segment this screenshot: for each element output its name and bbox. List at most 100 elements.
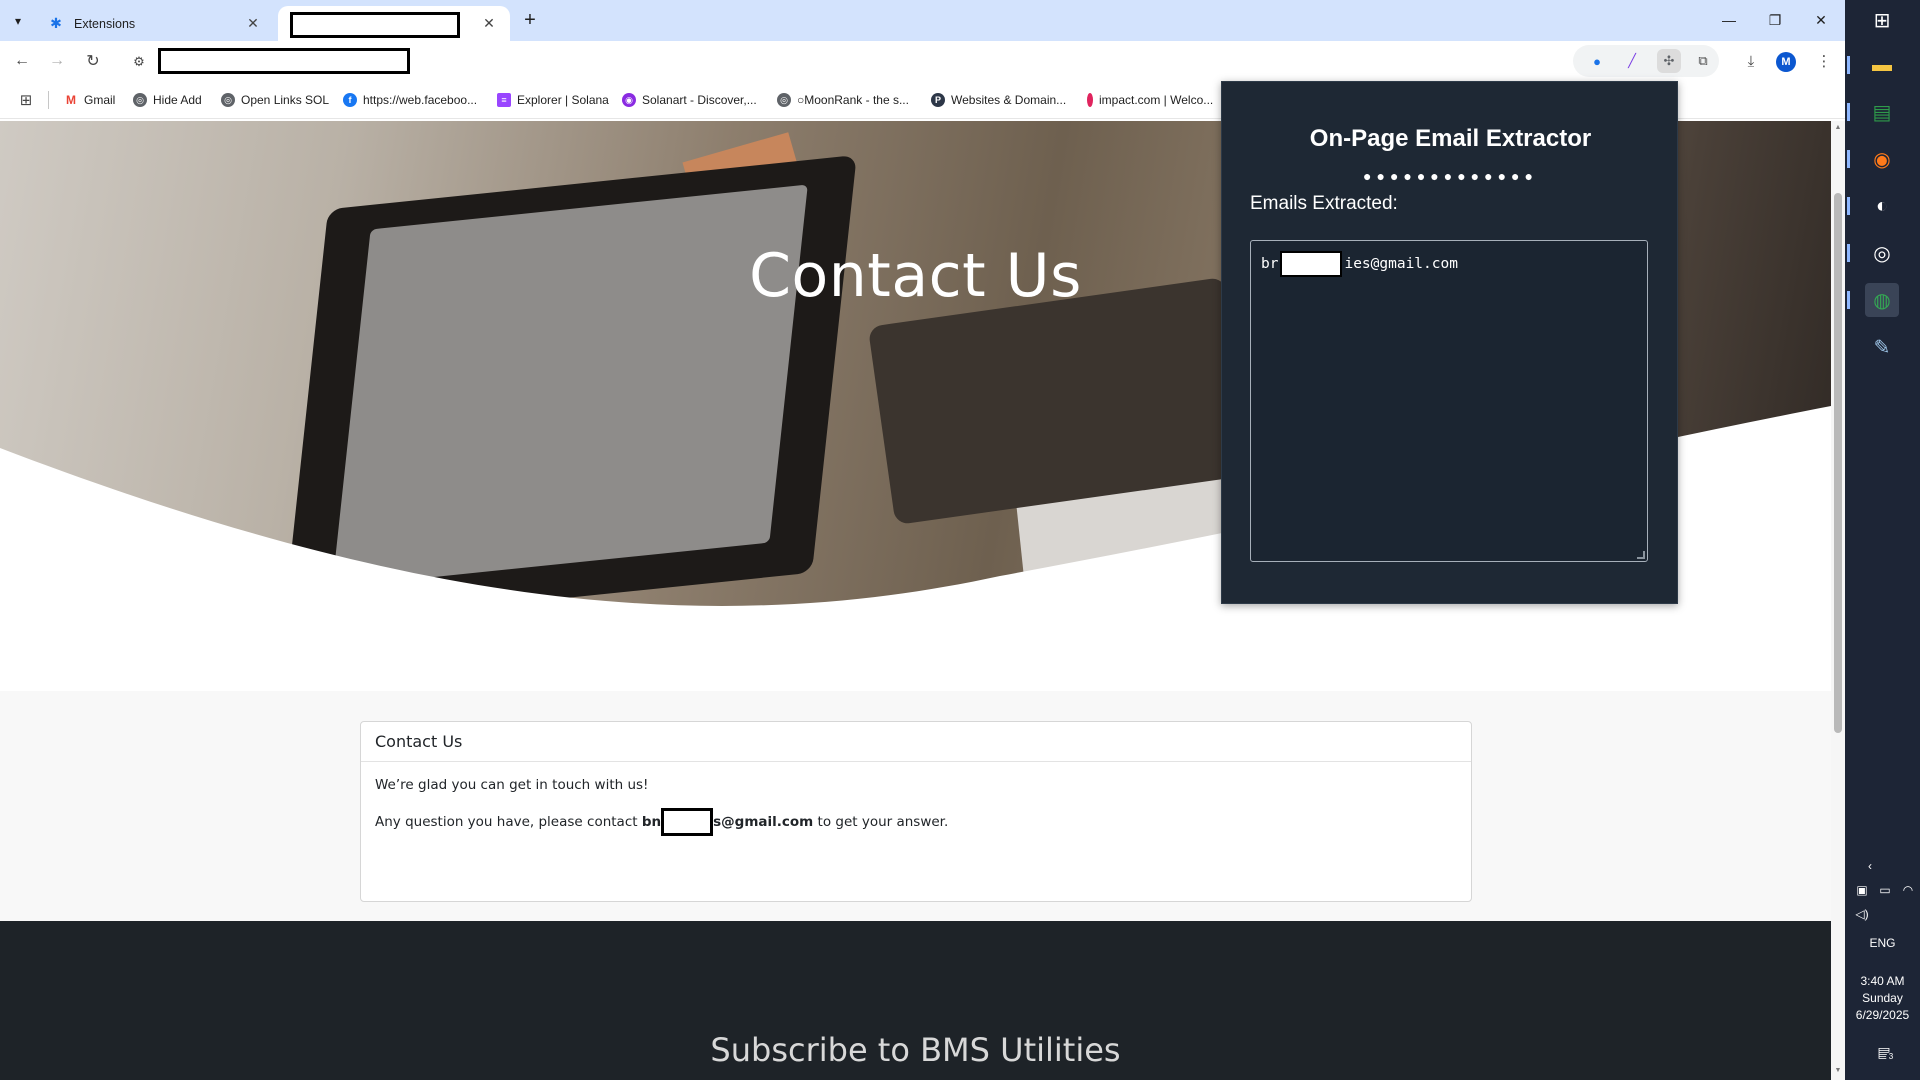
- globe-icon: ◎: [777, 93, 791, 107]
- contact-card: Contact Us We’re glad you can get in tou…: [360, 721, 1472, 902]
- app-icon[interactable]: ◐: [1847, 189, 1899, 223]
- bookmark-separator: [48, 91, 49, 109]
- bookmark-open-links-sol[interactable]: ◎ Open Links SOL: [221, 90, 329, 110]
- card-text-line1: We’re glad you can get in touch with us!: [375, 777, 649, 793]
- tab-active[interactable]: ✕: [278, 6, 510, 41]
- close-window-button[interactable]: ✕: [1798, 6, 1844, 34]
- card-text: to get your answer.: [813, 814, 949, 830]
- chrome-icon[interactable]: ◍: [1847, 283, 1899, 317]
- toolbar: ← → ↻ ⚙ ☆ ● ╱ ✣ ⧉ ⤓ M ⋮: [0, 41, 1845, 81]
- redacted-email-part: [661, 808, 714, 836]
- reload-icon: ↻: [86, 53, 100, 70]
- extracted-emails-textarea[interactable]: br ies@gmail.com: [1250, 240, 1648, 562]
- notification-icon[interactable]: ▤ 3: [1873, 1042, 1896, 1062]
- chevron-left-icon[interactable]: ‹: [1861, 858, 1879, 874]
- extension-group: ● ╱ ✣ ⧉: [1573, 45, 1719, 77]
- apps-grid-icon[interactable]: ⊞: [16, 90, 36, 110]
- email-start: bn: [641, 814, 662, 830]
- bookmark-gmail[interactable]: M Gmail: [64, 90, 115, 110]
- gmail-icon: M: [64, 93, 78, 107]
- p-icon: P: [931, 93, 945, 107]
- file-explorer-icon[interactable]: ▬: [1847, 48, 1899, 82]
- bookmark-label: Hide Add: [153, 93, 202, 107]
- bookmark-impact[interactable]: impact.com | Welco...: [1087, 90, 1213, 110]
- card-text: Any question you have, please contact: [375, 814, 642, 830]
- pen-extension-icon[interactable]: ╱: [1620, 49, 1644, 73]
- bookmark-label: Gmail: [84, 93, 116, 107]
- bookmark-label: Explorer | Solana: [517, 93, 609, 107]
- minimize-button[interactable]: —: [1706, 6, 1752, 34]
- resize-grip-icon[interactable]: [1637, 551, 1645, 559]
- profile-avatar[interactable]: M: [1776, 52, 1796, 72]
- card-header: Contact Us: [361, 722, 1471, 762]
- clock-date: 6/29/2025: [1855, 1008, 1910, 1022]
- restore-button[interactable]: ❐: [1752, 6, 1798, 34]
- windows-start-icon[interactable]: ⊞: [1865, 3, 1899, 37]
- popup-dots-divider: ●●●●●●●●●●●●●: [1363, 168, 1538, 184]
- bookmark-moonrank[interactable]: ◎ ○MoonRank - the s...: [777, 90, 909, 110]
- solanart-icon: ◉: [622, 93, 636, 107]
- arrow-right-icon: →: [49, 52, 65, 69]
- email-extractor-extension-icon[interactable]: ✣: [1657, 49, 1681, 73]
- close-tab-icon[interactable]: ✕: [480, 15, 498, 33]
- redacted-url: [158, 48, 410, 74]
- volume-icon[interactable]: ◁): [1853, 906, 1871, 922]
- footer: Subscribe to BMS Utilities: [0, 921, 1831, 1080]
- tab-search-button[interactable]: ▾: [6, 9, 30, 33]
- bookmark-hide-add[interactable]: ◎ Hide Add: [133, 90, 202, 110]
- email-start: br: [1261, 256, 1279, 272]
- bookmark-websites-domain[interactable]: P Websites & Domain...: [931, 90, 1066, 110]
- emails-extracted-label: Emails Extracted:: [1250, 193, 1398, 214]
- site-info-icon[interactable]: ⚙: [128, 51, 150, 73]
- download-icon[interactable]: ⤓: [1739, 49, 1763, 73]
- app-icon[interactable]: ◎: [1847, 236, 1899, 270]
- bookmark-label: Solanart - Discover,...: [642, 93, 757, 107]
- scrollbar-thumb[interactable]: [1834, 193, 1842, 733]
- redacted-tab-title: [290, 12, 460, 38]
- contact-email-link[interactable]: bn s@gmail.com: [641, 808, 814, 836]
- puzzle-icon: ✱: [50, 15, 62, 31]
- footer-subscribe-title: Subscribe to BMS Utilities: [710, 1031, 1121, 1069]
- close-icon: ✕: [1815, 11, 1827, 28]
- extensions-puzzle-icon[interactable]: ⧉: [1691, 49, 1715, 73]
- email-end: ies@gmail.com: [1344, 256, 1458, 272]
- clock-time[interactable]: 3:40 AM: [1845, 973, 1920, 990]
- new-tab-button[interactable]: +: [518, 9, 542, 33]
- reload-button[interactable]: ↻: [81, 49, 105, 73]
- address-bar[interactable]: ⚙ ☆: [122, 45, 1670, 79]
- impact-icon: [1087, 93, 1093, 107]
- globe-icon: ◎: [221, 93, 235, 107]
- close-tab-icon[interactable]: ✕: [244, 15, 262, 33]
- email-end: s@gmail.com: [713, 814, 814, 830]
- scroll-up-arrow-icon[interactable]: ▲: [1834, 124, 1842, 132]
- bookmark-label: https://web.faceboo...: [363, 93, 478, 107]
- card-text-line2: Any question you have, please contact bn…: [375, 808, 949, 836]
- forward-button[interactable]: →: [45, 49, 69, 73]
- tab-strip: ▾ ✱ Extensions ✕ ✕ + — ❐ ✕: [0, 0, 1845, 41]
- language-indicator[interactable]: ENG: [1845, 935, 1920, 952]
- page-scrollbar[interactable]: ▲ ▼: [1831, 121, 1845, 1080]
- bookmark-solanart[interactable]: ◉ Solanart - Discover,...: [622, 90, 757, 110]
- tab-extensions[interactable]: ✱ Extensions ✕: [36, 6, 274, 41]
- spreadsheet-icon[interactable]: ▤: [1847, 95, 1899, 129]
- extracted-email[interactable]: br ies@gmail.com: [1261, 251, 1458, 277]
- restore-icon: ❐: [1768, 11, 1782, 28]
- globe-extension-icon[interactable]: ●: [1585, 49, 1609, 73]
- bookmark-label: ○MoonRank - the s...: [797, 93, 909, 107]
- bookmark-facebook[interactable]: f https://web.faceboo...: [343, 90, 477, 110]
- menu-dots-icon[interactable]: ⋮: [1812, 49, 1836, 73]
- chevron-down-icon: ▾: [14, 14, 22, 28]
- back-button[interactable]: ←: [10, 49, 34, 73]
- tray-app-icon[interactable]: ▣: [1853, 882, 1871, 898]
- firefox-icon[interactable]: ◉: [1847, 142, 1899, 176]
- notification-count: 3: [1886, 1052, 1896, 1062]
- globe-icon: ◎: [133, 93, 147, 107]
- bookmark-label: impact.com | Welco...: [1099, 93, 1214, 107]
- scroll-down-arrow-icon[interactable]: ▼: [1834, 1067, 1842, 1075]
- minimize-icon: —: [1722, 12, 1736, 28]
- email-extractor-popup: On-Page Email Extractor ●●●●●●●●●●●●● Em…: [1221, 81, 1678, 604]
- paint-icon[interactable]: ✎: [1865, 330, 1899, 364]
- wifi-icon[interactable]: ◠: [1899, 882, 1917, 898]
- battery-icon[interactable]: ▭: [1876, 882, 1894, 898]
- bookmark-explorer-solana[interactable]: ≡ Explorer | Solana: [497, 90, 609, 110]
